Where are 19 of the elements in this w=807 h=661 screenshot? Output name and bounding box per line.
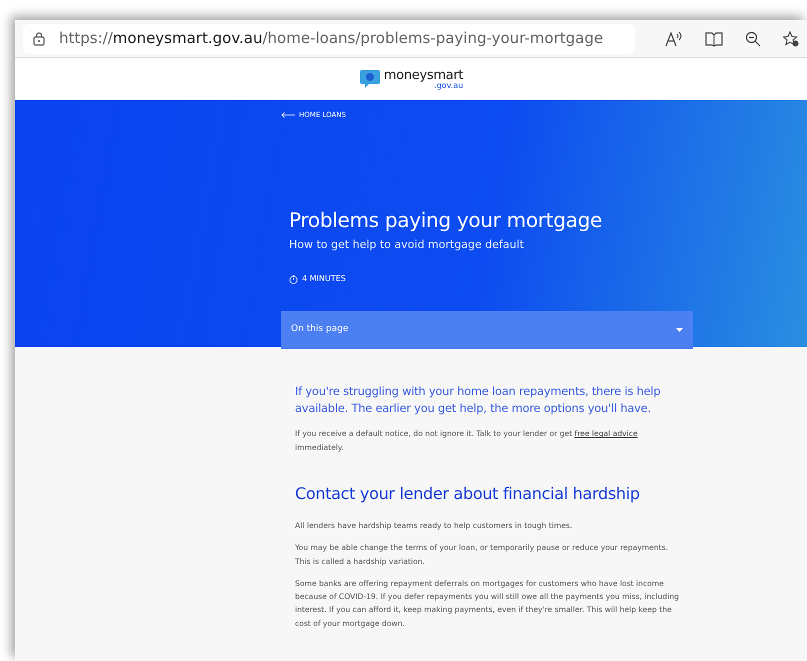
page-title: Problems paying your mortgage <box>289 206 603 234</box>
read-aloud-icon[interactable] <box>665 30 683 46</box>
logo-name: moneysmart <box>384 68 464 82</box>
on-this-page-dropdown[interactable]: On this page <box>281 311 693 349</box>
clock-icon <box>289 274 298 284</box>
logo-domain: .gov.au <box>434 82 464 90</box>
lock-icon <box>33 32 45 46</box>
arrow-left-icon <box>281 112 295 118</box>
section-heading: Contact your lender about financial hardship <box>295 484 641 503</box>
url-text: https://moneysmart.gov.au/home-loans/problems-paying-your-mortgage <box>59 28 604 50</box>
address-bar[interactable]: https://moneysmart.gov.au/home-loans/problems-paying-your-mortgage <box>23 24 635 54</box>
reader-view-icon[interactable] <box>705 30 723 46</box>
intro-text: If you're struggling with your home loan repayments, there is help available. The earlier you get help, the more options you'll have. <box>295 383 662 418</box>
favorite-icon[interactable] <box>783 30 799 46</box>
logo-icon <box>358 69 381 89</box>
page-subtitle: How to get help to avoid mortgage default <box>289 236 525 252</box>
read-time: 4 MINUTES <box>302 273 346 285</box>
caret-icon <box>676 328 683 332</box>
zoom-out-icon[interactable] <box>745 30 761 46</box>
